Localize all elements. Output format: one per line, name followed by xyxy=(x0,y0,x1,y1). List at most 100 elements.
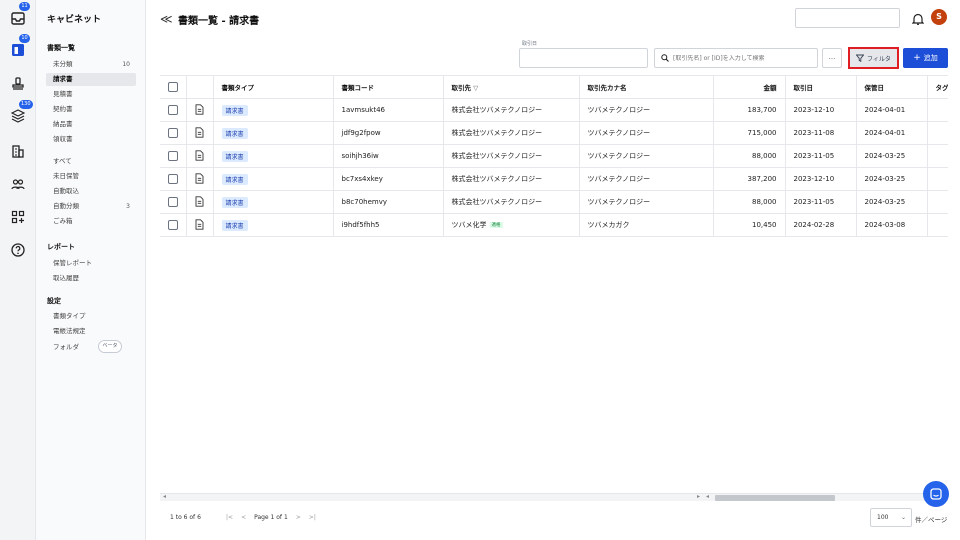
avatar[interactable]: S xyxy=(931,9,947,25)
scroll-left-icon[interactable]: ◂ xyxy=(163,493,166,500)
kana-cell: ツバメテクノロジー xyxy=(579,144,714,168)
col-header-label: 取引日 xyxy=(793,84,814,92)
col-header-label: 書類コード xyxy=(341,84,375,92)
global-search-input[interactable] xyxy=(795,8,900,28)
more-options-button[interactable]: ... xyxy=(822,48,842,68)
table-row[interactable]: 請求書 1avmsukt46 株式会社ツバメテクノロジー ツバメテクノロジー 183,7… xyxy=(160,98,948,122)
nav-item-folders[interactable]: フォルダ ベータ xyxy=(46,340,136,354)
document-icon[interactable] xyxy=(195,149,204,161)
collapse-back-button[interactable]: ≪ xyxy=(160,12,173,26)
nav-item-delivery[interactable]: 納品書 xyxy=(46,118,136,131)
add-button[interactable]: + 追加 xyxy=(903,48,948,68)
col-header-label: 書類タイプ xyxy=(221,84,255,92)
horizontal-scrollbar[interactable]: ◂ ▸ ◂ xyxy=(160,493,948,501)
rail-users-button[interactable] xyxy=(8,174,28,194)
table-row[interactable]: 請求書 soihjh36iw 株式会社ツバメテクノロジー ツバメテクノロジー 88,00… xyxy=(160,144,948,168)
document-icon[interactable] xyxy=(195,103,204,115)
col-header-amount[interactable]: 金額 xyxy=(713,75,786,99)
nav-item-doc-types[interactable]: 書類タイプ xyxy=(46,310,136,323)
doc-type-tag: 請求書 xyxy=(221,196,248,208)
nav-item-contract[interactable]: 契約書 xyxy=(46,103,136,116)
nav-item-import-history[interactable]: 取込履歴 xyxy=(46,272,136,285)
rail-company-button[interactable] xyxy=(8,141,28,161)
nav-section-report: レポート xyxy=(47,243,75,251)
col-header-partner[interactable]: 取引先 ▽ xyxy=(443,75,580,99)
row-checkbox[interactable] xyxy=(168,197,178,207)
rail-layers-button[interactable]: 130 xyxy=(8,100,33,126)
date-cell: 2023-12-10 xyxy=(785,98,857,122)
nav-item-unclassified[interactable]: 未分類 10 xyxy=(46,58,136,71)
row-checkbox[interactable] xyxy=(168,220,178,230)
table-search-box[interactable] xyxy=(654,48,818,68)
nav-item-ebook-rules[interactable]: 電帳法規定 xyxy=(46,325,136,338)
search-input[interactable] xyxy=(673,54,813,62)
type-cell: 請求書 xyxy=(213,144,334,168)
last-page-icon[interactable]: >| xyxy=(309,514,316,521)
kana-cell: ツバメテクノロジー xyxy=(579,121,714,145)
file-cell xyxy=(186,213,214,237)
rail-help-button[interactable] xyxy=(8,240,28,260)
row-checkbox[interactable] xyxy=(168,151,178,161)
col-header-label: 保管日 xyxy=(864,84,885,92)
rail-apps-button[interactable] xyxy=(8,207,28,227)
document-icon[interactable] xyxy=(195,218,204,230)
table-row[interactable]: 請求書 jdf9g2fpow 株式会社ツバメテクノロジー ツバメテクノロジー 715,0… xyxy=(160,121,948,145)
col-header-type[interactable]: 書類タイプ xyxy=(213,75,334,99)
inbox-icon xyxy=(11,11,25,25)
date-range-input[interactable] xyxy=(519,48,648,68)
nav-item-auto-import[interactable]: 自動取込 xyxy=(46,185,136,198)
date-cell: 2023-11-05 xyxy=(785,190,857,214)
document-icon[interactable] xyxy=(195,126,204,138)
page-size-select[interactable]: 100 ⌄ xyxy=(870,508,912,527)
col-header-date[interactable]: 取引日 xyxy=(785,75,857,99)
nav-item-storage-report[interactable]: 保管レポート xyxy=(46,257,136,270)
scroll-left-icon[interactable]: ◂ xyxy=(706,493,709,500)
next-page-icon[interactable]: > xyxy=(296,514,301,521)
col-header-kana[interactable]: 取引先カナ名 xyxy=(579,75,714,99)
first-page-icon[interactable]: |< xyxy=(226,514,233,521)
table-row[interactable]: 請求書 b8c70hemvy 株式会社ツバメテクノロジー ツバメテクノロジー 88,00… xyxy=(160,190,948,214)
select-all-checkbox[interactable] xyxy=(168,82,178,92)
code-cell: soihjh36iw xyxy=(333,144,444,168)
col-header-tag[interactable]: タグ xyxy=(927,75,948,99)
amount-cell: 387,200 xyxy=(713,167,786,191)
nav-item-count: 10 xyxy=(122,61,130,68)
nav-item-label: ごみ箱 xyxy=(53,217,73,225)
table-row[interactable]: 請求書 bc7xs4xkey 株式会社ツバメテクノロジー ツバメテクノロジー 387,2… xyxy=(160,167,948,191)
row-checkbox[interactable] xyxy=(168,105,178,115)
nav-item-trash[interactable]: ごみ箱 xyxy=(46,215,136,228)
scroll-right-icon[interactable]: ▸ xyxy=(697,493,700,500)
rail-stamp-button[interactable] xyxy=(8,74,28,94)
nav-item-auto-classify[interactable]: 自動分類 3 xyxy=(46,200,136,213)
row-select-cell xyxy=(160,167,187,191)
partner-name: 株式会社ツバメテクノロジー xyxy=(451,129,543,137)
file-cell xyxy=(186,167,214,191)
add-button-label: 追加 xyxy=(923,54,938,62)
nav-item-receipt[interactable]: 領収書 xyxy=(46,133,136,146)
nav-item-all[interactable]: すべて xyxy=(46,155,136,168)
scrollbar-thumb[interactable] xyxy=(715,495,835,501)
nav-item-invoice[interactable]: 請求書 xyxy=(46,73,136,86)
notification-button[interactable] xyxy=(911,11,925,25)
nav-item-quote[interactable]: 見積書 xyxy=(46,88,136,101)
filter-button[interactable]: フィルタ xyxy=(848,47,899,69)
col-header-code[interactable]: 書類コード xyxy=(333,75,444,99)
doc-type-tag: 請求書 xyxy=(221,127,248,139)
nav-item-unstored[interactable]: 未日保管 xyxy=(46,170,136,183)
rail-documents-button[interactable]: 10 xyxy=(8,34,30,60)
nav-item-count: 3 xyxy=(126,203,130,210)
document-icon[interactable] xyxy=(195,172,204,184)
rail-inbox-button[interactable]: 11 xyxy=(8,2,30,28)
row-checkbox[interactable] xyxy=(168,174,178,184)
pager-info: 1 to 6 of 6 xyxy=(170,514,201,521)
partner-cell: 株式会社ツバメテクノロジー xyxy=(443,98,580,122)
chat-support-button[interactable] xyxy=(923,481,949,507)
table-row[interactable]: 請求書 i9hdf5fhh5 ツバメ化学 適格 ツバメカガク 10,450 2024-02-… xyxy=(160,213,948,237)
col-header-stored[interactable]: 保管日 xyxy=(856,75,928,99)
document-icon[interactable] xyxy=(195,195,204,207)
prev-page-icon[interactable]: < xyxy=(241,514,246,521)
row-checkbox[interactable] xyxy=(168,128,178,138)
amount-cell: 88,000 xyxy=(713,144,786,168)
row-select-cell xyxy=(160,98,187,122)
amount-cell: 88,000 xyxy=(713,190,786,214)
